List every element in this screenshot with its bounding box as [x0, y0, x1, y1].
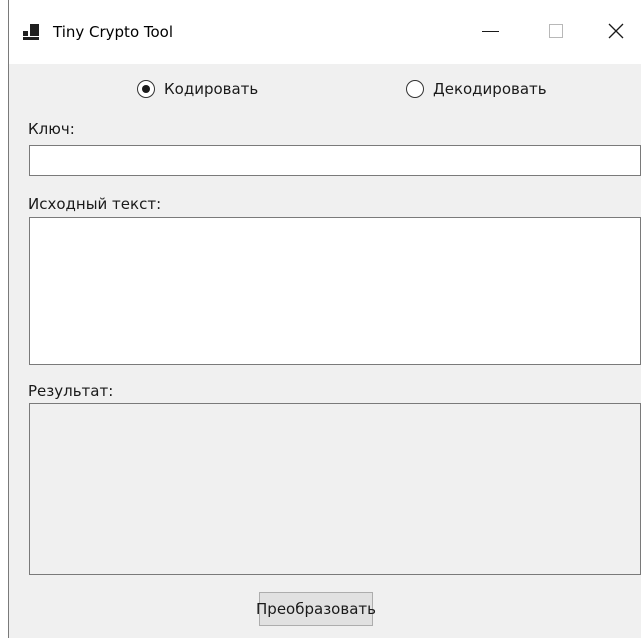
- radio-selected-dot: [142, 85, 150, 93]
- radio-decode-circle[interactable]: [406, 80, 424, 98]
- result-output[interactable]: [29, 403, 641, 575]
- key-label: Ключ:: [28, 120, 75, 138]
- source-text-input[interactable]: [29, 217, 641, 365]
- radio-decode[interactable]: Декодировать: [406, 79, 547, 99]
- maximize-icon: [549, 24, 563, 38]
- window-title: Tiny Crypto Tool: [53, 23, 174, 41]
- result-label: Результат:: [28, 382, 114, 400]
- radio-encode[interactable]: Кодировать: [137, 79, 258, 99]
- close-button[interactable]: [593, 8, 639, 54]
- form-body: Кодировать Декодировать Ключ: Исходный т…: [9, 64, 641, 638]
- minimize-icon: [481, 30, 499, 32]
- app-window-icon: [23, 24, 39, 40]
- close-icon: [608, 23, 624, 39]
- maximize-button: [533, 8, 579, 54]
- convert-button[interactable]: Преобразовать: [256, 592, 376, 626]
- radio-encode-label[interactable]: Кодировать: [164, 80, 258, 98]
- key-input[interactable]: [29, 145, 641, 176]
- source-text-label: Исходный текст:: [28, 195, 162, 213]
- minimize-button[interactable]: [467, 8, 513, 54]
- app-window: Tiny Crypto Tool Кодировать Декодировать…: [8, 0, 641, 638]
- title-bar[interactable]: Tiny Crypto Tool: [9, 0, 641, 64]
- radio-encode-circle[interactable]: [137, 80, 155, 98]
- radio-decode-label[interactable]: Декодировать: [433, 80, 547, 98]
